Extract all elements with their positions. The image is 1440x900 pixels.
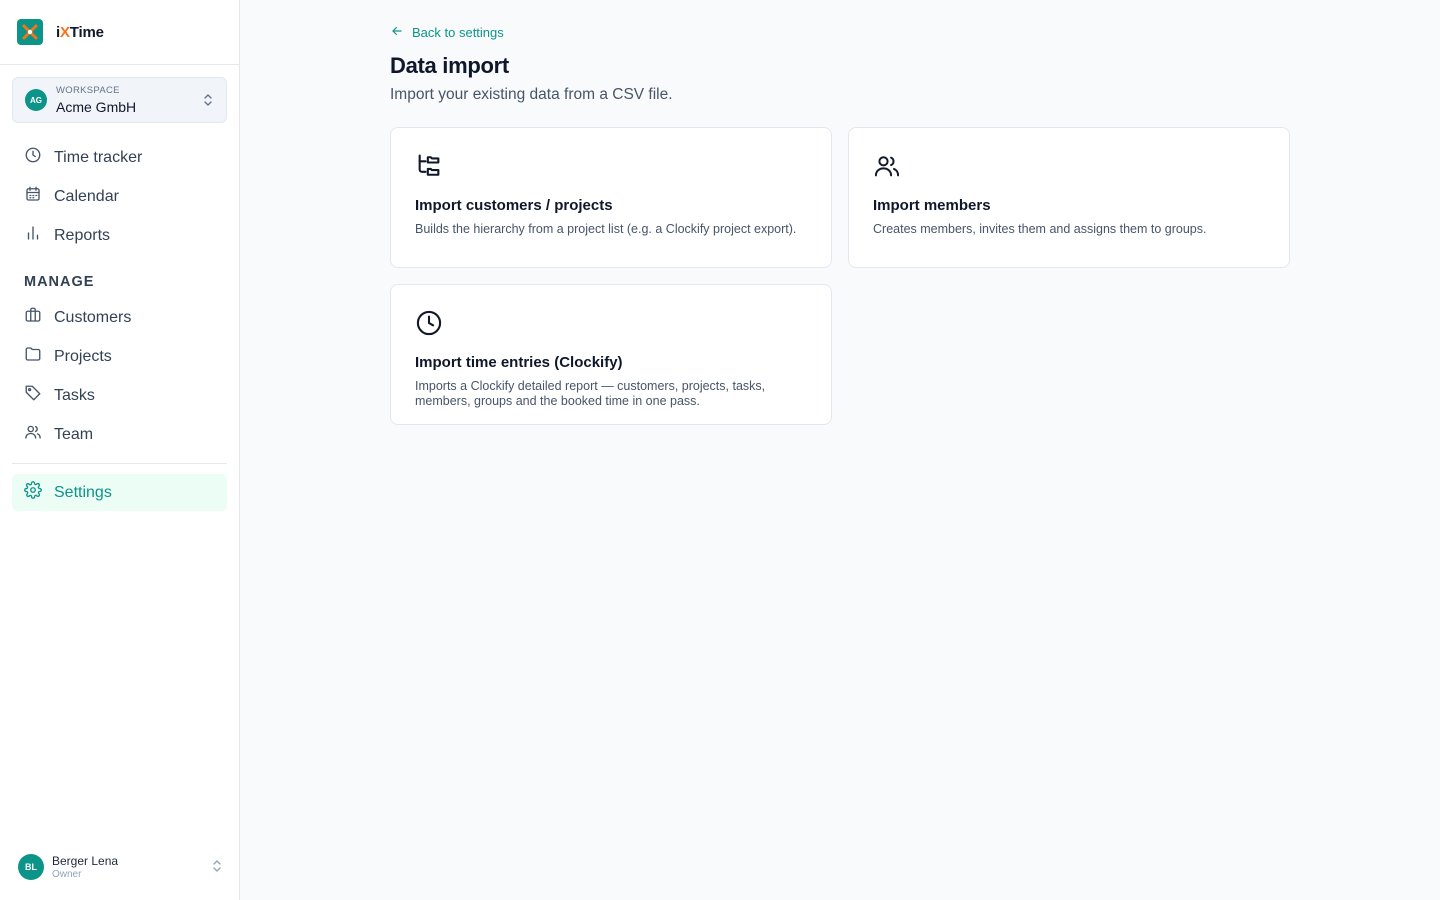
app-name-suffix: Time: [69, 23, 104, 41]
card-title: Import customers / projects: [415, 197, 613, 214]
manage-nav: Customers Projects Tasks Team: [12, 299, 227, 453]
section-title-manage: MANAGE: [24, 274, 95, 290]
user-role: Owner: [52, 868, 82, 880]
user-name: Berger Lena: [52, 853, 119, 868]
card-description: Creates members, invites them and assign…: [873, 222, 1207, 236]
user-menu[interactable]: BL Berger Lena Owner: [18, 853, 223, 881]
nav-item-settings[interactable]: Settings: [12, 474, 227, 511]
nav-item-reports[interactable]: Reports: [12, 217, 227, 254]
card-title: Import members: [873, 197, 991, 214]
nav-item-tasks[interactable]: Tasks: [12, 377, 227, 414]
app-logo-icon: [17, 19, 43, 45]
chevron-up-down-icon: [211, 859, 223, 878]
gear-icon: [24, 481, 42, 504]
nav-item-label: Calendar: [54, 187, 119, 205]
nav-item-label: Reports: [54, 226, 111, 244]
sidebar-divider: [12, 463, 227, 464]
clock-icon: [24, 146, 42, 169]
bar-chart-icon: [24, 224, 42, 247]
nav-item-label: Time tracker: [54, 148, 143, 166]
card-title: Import time entries (Clockify): [415, 354, 623, 371]
sidebar: iXTime AG WORKSPACE Acme GmbH Time track…: [0, 0, 240, 900]
nav-item-label: Settings: [54, 483, 112, 501]
folder-tree-icon: [415, 154, 443, 184]
page-title: Data import: [390, 53, 509, 78]
tag-icon: [24, 384, 42, 407]
nav-item-customers[interactable]: Customers: [12, 299, 227, 336]
clock-icon: [415, 310, 443, 341]
nav-item-team[interactable]: Team: [12, 416, 227, 453]
workspace-label: WORKSPACE: [56, 85, 120, 97]
app-name-x: X: [59, 23, 70, 41]
chevron-up-down-icon: [202, 93, 214, 112]
nav-item-calendar[interactable]: Calendar: [12, 178, 227, 215]
back-to-settings-link[interactable]: Back to settings: [390, 24, 504, 41]
folder-icon: [24, 345, 42, 368]
brand[interactable]: iXTime: [0, 0, 239, 65]
settings-nav: Settings: [12, 474, 227, 511]
back-label: Back to settings: [412, 25, 504, 40]
import-members-card[interactable]: Import members Creates members, invites …: [848, 127, 1290, 268]
nav-item-label: Team: [54, 425, 94, 443]
nav-item-time-tracker[interactable]: Time tracker: [12, 139, 227, 176]
card-description: Builds the hierarchy from a project list…: [415, 222, 797, 236]
app-name: iXTime: [56, 24, 104, 41]
users-icon: [24, 423, 42, 446]
primary-nav: Time tracker Calendar Reports: [12, 139, 227, 254]
nav-item-label: Customers: [54, 308, 132, 326]
nav-item-label: Projects: [54, 347, 112, 365]
import-customers-projects-card[interactable]: Import customers / projects Builds the h…: [390, 127, 832, 268]
users-icon: [873, 156, 901, 184]
workspace-name: Acme GmbH: [56, 98, 137, 115]
import-time-entries-card[interactable]: Import time entries (Clockify) Imports a…: [390, 284, 832, 425]
workspace-switcher[interactable]: AG WORKSPACE Acme GmbH: [12, 77, 227, 123]
arrow-left-icon: [390, 24, 404, 41]
avatar: BL: [18, 854, 44, 880]
briefcase-icon: [24, 306, 42, 329]
workspace-badge: AG: [25, 89, 47, 111]
nav-item-projects[interactable]: Projects: [12, 338, 227, 375]
nav-item-label: Tasks: [54, 386, 95, 404]
card-description: Imports a Clockify detailed report — cus…: [415, 379, 766, 408]
calendar-icon: [24, 185, 42, 208]
page-subtitle: Import your existing data from a CSV fil…: [390, 86, 673, 103]
